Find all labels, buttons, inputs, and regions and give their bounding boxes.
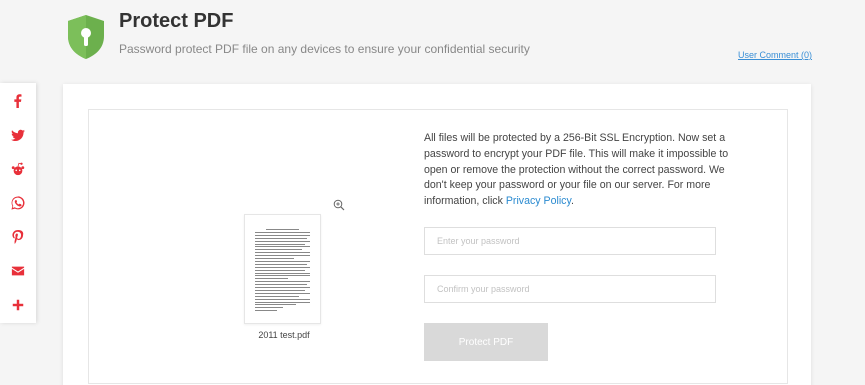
thumbnail-text-line bbox=[255, 301, 310, 303]
thumbnail-text-line bbox=[255, 237, 307, 239]
whatsapp-share-button[interactable] bbox=[0, 186, 36, 220]
email-icon bbox=[11, 266, 25, 276]
thumbnail-text-line bbox=[266, 229, 299, 230]
pinterest-icon bbox=[12, 230, 24, 244]
zoom-in-icon[interactable] bbox=[333, 198, 345, 211]
pdf-page-preview bbox=[255, 229, 310, 315]
thumbnail-text-line bbox=[255, 231, 310, 233]
user-comment-link[interactable]: User Comment (0) bbox=[738, 50, 812, 60]
email-share-button[interactable] bbox=[0, 254, 36, 288]
more-share-button[interactable] bbox=[0, 288, 36, 322]
description-text: All files will be protected by a 256-Bit… bbox=[424, 132, 729, 208]
confirm-password-input[interactable] bbox=[424, 275, 716, 303]
protect-pdf-button[interactable]: Protect PDF bbox=[424, 323, 548, 361]
whatsapp-icon bbox=[11, 196, 25, 210]
thumbnail-text-line bbox=[255, 310, 277, 312]
privacy-policy-link[interactable]: Privacy Policy bbox=[506, 195, 571, 207]
reddit-share-button[interactable] bbox=[0, 152, 36, 186]
thumbnail-text-line bbox=[255, 307, 283, 309]
tool-panel: 2011 test.pdf All files will be protecte… bbox=[88, 109, 788, 384]
thumbnail-text-line bbox=[255, 292, 310, 294]
thumbnail-text-line bbox=[255, 284, 307, 286]
file-name: 2011 test.pdf bbox=[258, 330, 310, 340]
page-title: Protect PDF bbox=[119, 10, 234, 32]
thumbnail-text-line bbox=[255, 275, 310, 277]
thumbnail-text-line bbox=[255, 298, 310, 300]
password-input[interactable] bbox=[424, 227, 716, 255]
thumbnail-text-line bbox=[255, 243, 305, 245]
thumbnail-text-line bbox=[255, 281, 310, 283]
thumbnail-text-line bbox=[255, 278, 288, 280]
thumbnail-text-line bbox=[255, 272, 310, 274]
thumbnail-text-line bbox=[255, 260, 310, 262]
pdf-thumbnail[interactable] bbox=[244, 214, 321, 324]
thumbnail-text-line bbox=[255, 255, 310, 257]
thumbnail-text-line bbox=[255, 240, 310, 242]
thumbnail-text-line bbox=[255, 258, 294, 259]
thumbnail-text-line bbox=[255, 252, 310, 254]
encryption-description: All files will be protected by a 256-Bit… bbox=[424, 131, 729, 210]
page-subtitle: Password protect PDF file on any devices… bbox=[119, 42, 530, 56]
thumbnail-text-line bbox=[255, 249, 302, 251]
thumbnail-text-line bbox=[255, 295, 299, 297]
reddit-icon bbox=[11, 162, 25, 176]
twitter-icon bbox=[11, 129, 25, 142]
thumbnail-text-line bbox=[255, 266, 310, 268]
pinterest-share-button[interactable] bbox=[0, 220, 36, 254]
description-end: . bbox=[571, 195, 574, 208]
twitter-share-button[interactable] bbox=[0, 118, 36, 152]
thumbnail-text-line bbox=[255, 246, 310, 248]
thumbnail-text-line bbox=[255, 287, 310, 288]
facebook-icon bbox=[14, 94, 22, 108]
plus-icon bbox=[12, 299, 24, 311]
share-sidebar bbox=[0, 83, 36, 323]
facebook-share-button[interactable] bbox=[0, 84, 36, 118]
thumbnail-text-line bbox=[255, 269, 305, 271]
header: Protect PDF Password protect PDF file on… bbox=[0, 0, 865, 84]
thumbnail-text-line bbox=[255, 289, 305, 291]
thumbnail-text-line bbox=[255, 263, 307, 265]
thumbnail-text-line bbox=[255, 304, 296, 306]
shield-lock-icon bbox=[66, 14, 106, 60]
thumbnail-text-line bbox=[255, 234, 310, 236]
main-card: 2011 test.pdf All files will be protecte… bbox=[63, 84, 811, 385]
